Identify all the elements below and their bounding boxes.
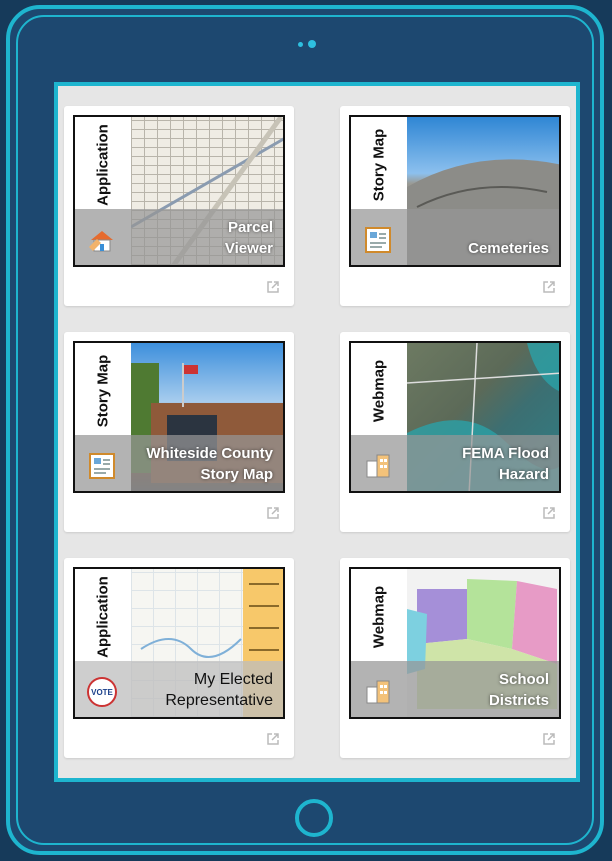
card-thumbnail[interactable]: Story Map Cemeteries	[349, 115, 561, 267]
story-map-icon	[365, 227, 391, 253]
vote-badge-text: VOTE	[91, 687, 113, 697]
gallery-card-my-elected-representative[interactable]: Application VOTE My Elected Representati…	[64, 558, 294, 758]
card-type-label: Story Map	[370, 128, 388, 202]
card-type-panel: Story Map	[75, 343, 131, 439]
card-type-label: Application	[94, 124, 112, 206]
card-type-label: Application	[94, 576, 112, 658]
card-thumbnail[interactable]: Application Parcel Viewer	[73, 115, 285, 267]
camera-icon	[298, 39, 320, 49]
external-link-icon[interactable]	[266, 280, 280, 294]
card-title: FEMA Flood Hazard	[462, 445, 549, 483]
card-type-panel: Story Map	[351, 117, 407, 213]
external-link-icon[interactable]	[542, 732, 556, 746]
card-type-label: Story Map	[94, 354, 112, 428]
card-title-band: FEMA Flood Hazard	[351, 435, 559, 491]
card-title: Whiteside County Story Map	[146, 445, 273, 483]
external-link-icon[interactable]	[266, 732, 280, 746]
card-type-panel: Webmap	[351, 569, 407, 665]
card-type-panel: Application	[75, 117, 131, 213]
card-title-band: Cemeteries	[351, 209, 559, 265]
card-type-label: Webmap	[370, 359, 388, 423]
card-title: Parcel Viewer	[224, 219, 273, 257]
home-button[interactable]	[295, 799, 333, 837]
card-thumbnail[interactable]: Webmap School Districts	[349, 567, 561, 719]
gallery-card-fema-flood-hazard[interactable]: Webmap FEMA Flood Hazard	[340, 332, 570, 532]
card-title-band: VOTE My Elected Representative	[75, 661, 283, 717]
buildings-icon	[366, 680, 390, 704]
card-type-panel: Webmap	[351, 343, 407, 439]
home-hand-icon	[89, 231, 113, 252]
external-link-icon[interactable]	[266, 506, 280, 520]
buildings-icon	[366, 454, 390, 478]
gallery-card-parcel-viewer[interactable]: Application Parcel Viewer	[64, 106, 294, 306]
gallery-card-school-districts[interactable]: Webmap School Districts	[340, 558, 570, 758]
card-thumbnail[interactable]: Application VOTE My Elected Representati…	[73, 567, 285, 719]
card-type-panel: Application	[75, 569, 131, 665]
card-title: School Districts	[488, 671, 549, 709]
story-map-icon	[89, 453, 115, 479]
card-title-band: School Districts	[351, 661, 559, 717]
vote-badge-icon: VOTE	[87, 677, 117, 707]
card-title-band: Parcel Viewer	[75, 209, 283, 265]
app-gallery-screen: Application Parcel Viewer Story Map Ceme…	[54, 82, 580, 782]
card-title: Cemeteries	[468, 240, 549, 257]
gallery-card-whiteside-county-story-map[interactable]: Story Map Whiteside County Story Map	[64, 332, 294, 532]
card-title: My Elected Representative	[165, 671, 273, 709]
card-type-label: Webmap	[370, 585, 388, 649]
external-link-icon[interactable]	[542, 506, 556, 520]
gallery-card-cemeteries[interactable]: Story Map Cemeteries	[340, 106, 570, 306]
external-link-icon[interactable]	[542, 280, 556, 294]
card-title-band: Whiteside County Story Map	[75, 435, 283, 491]
card-thumbnail[interactable]: Webmap FEMA Flood Hazard	[349, 341, 561, 493]
card-thumbnail[interactable]: Story Map Whiteside County Story Map	[73, 341, 285, 493]
